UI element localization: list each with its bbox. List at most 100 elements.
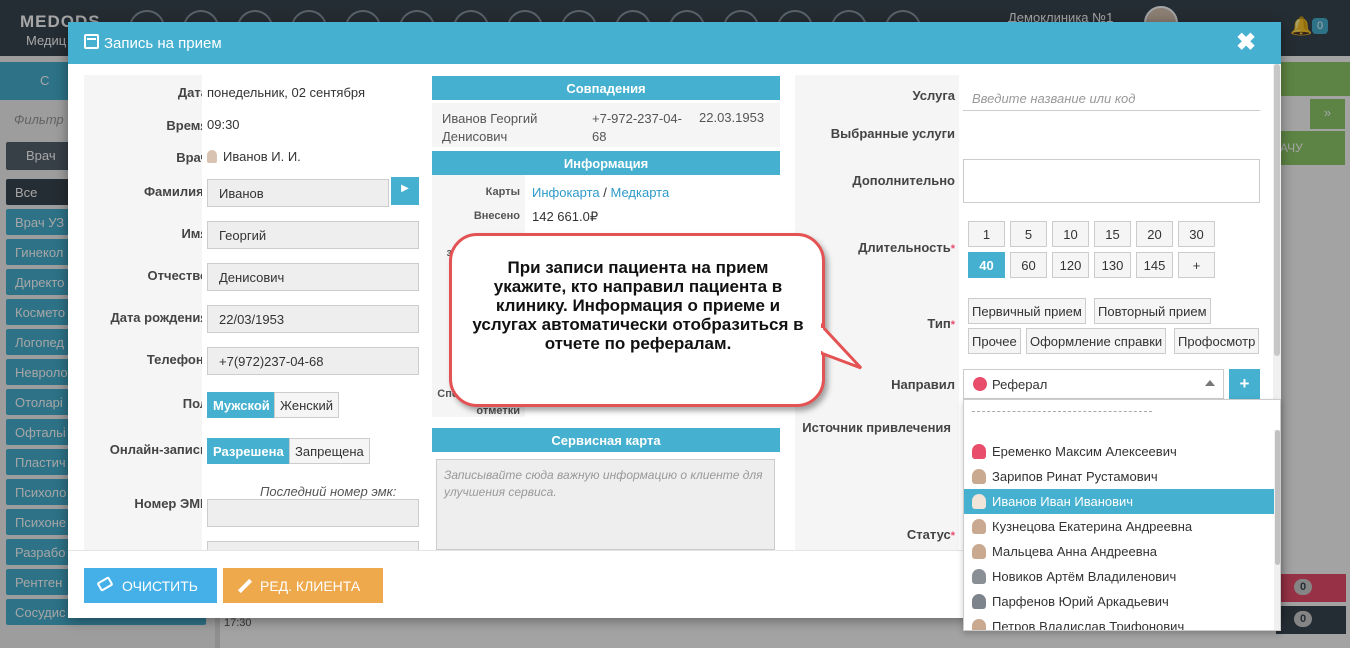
match-row[interactable]: Иванов Георгий Денисович +7-972-237-04-6… (432, 103, 780, 147)
referrer-option-label: Мальцева Анна Андреевна (992, 544, 1158, 559)
online-denied-toggle[interactable]: Запрещена (289, 438, 370, 464)
type-label-text: Тип (927, 316, 951, 331)
referrer-option-label: Новиков Артём Владиленович (992, 569, 1177, 584)
edit-client-button[interactable]: РЕД. КЛИЕНТА (223, 568, 383, 603)
referrer-option-label: Петров Владислав Трифонович (992, 619, 1185, 631)
service-search-input[interactable]: Введите название или код (963, 85, 1260, 111)
modal-title: Запись на прием (104, 35, 222, 52)
service-card-header: Сервисная карта (432, 428, 780, 452)
duration-option[interactable]: 5 (1010, 221, 1047, 247)
referrer-option[interactable]: Новиков Артём Владиленович (964, 564, 1274, 589)
patronymic-field[interactable]: Денисович (207, 263, 419, 291)
birth-date-label: Дата рождения (110, 310, 208, 325)
selected-services-label: Выбранные услуги (830, 126, 955, 141)
referrer-option[interactable]: Парфенов Юрий Аркадьевич (964, 589, 1274, 614)
surname-field[interactable]: Иванов (207, 179, 389, 207)
duration-option[interactable]: 30 (1178, 221, 1215, 247)
type-option-checkup[interactable]: Профосмотр (1174, 328, 1260, 354)
doctor-avatar-icon (207, 150, 217, 163)
duration-option[interactable]: 10 (1052, 221, 1089, 247)
birth-date-field[interactable]: 22/03/1953 (207, 305, 419, 333)
date-value: понедельник, 02 сентября (207, 85, 366, 100)
matches-header: Совпадения (432, 76, 780, 100)
duration-option[interactable]: 20 (1136, 221, 1173, 247)
extra-textarea[interactable] (963, 159, 1260, 203)
match-name: Иванов Георгий Денисович (442, 111, 538, 144)
referrer-option[interactable]: Петров Владислав Трифонович (964, 614, 1274, 631)
sex-male-toggle[interactable]: Мужской (207, 392, 276, 418)
duration-option[interactable]: 145 (1136, 252, 1173, 278)
phone-field[interactable]: +7(972)237-04-68 (207, 347, 419, 375)
callout-text: При записи пациента на прием укажите, кт… (472, 258, 804, 353)
duration-option[interactable]: 60 (1010, 252, 1047, 278)
referrer-option[interactable]: Еременко Максим Алексеевич (964, 439, 1274, 464)
duration-option[interactable]: 15 (1094, 221, 1131, 247)
duration-option[interactable]: 1 (968, 221, 1005, 247)
modal-header: Запись на прием ✖ (68, 22, 1281, 64)
dropdown-cut-item (972, 411, 1152, 413)
surname-label: Фамилия* (144, 184, 208, 199)
type-option-repeat[interactable]: Повторный прием (1094, 298, 1211, 324)
emk-field[interactable] (207, 499, 419, 527)
referral-person-icon (973, 377, 987, 391)
sex-female-toggle[interactable]: Женский (274, 392, 339, 418)
referrer-option-label: Зарипов Ринат Рустамович (992, 469, 1158, 484)
tutorial-callout: При записи пациента на прием укажите, кт… (449, 233, 863, 407)
clear-button[interactable]: ОЧИСТИТЬ (84, 568, 217, 603)
duration-option-selected[interactable]: 40 (968, 252, 1005, 278)
duration-option[interactable]: + (1178, 252, 1215, 278)
referrer-option-label: Кузнецова Екатерина Андреевна (992, 519, 1193, 534)
referrer-label: Направил (891, 377, 955, 392)
referrer-option[interactable]: Мальцева Анна Андреевна (964, 539, 1274, 564)
deposited-value: 142 661.0₽ (532, 209, 599, 224)
doctor-value: Иванов И. И. (207, 149, 301, 164)
callout-pointer (821, 323, 863, 370)
online-allowed-toggle[interactable]: Разрешена (207, 438, 290, 464)
doctor-avatar-icon (972, 444, 986, 459)
duration-option[interactable]: 120 (1052, 252, 1089, 278)
type-option-other[interactable]: Прочее (968, 328, 1021, 354)
cards-label: Карты (485, 186, 520, 198)
doctor-avatar-icon (972, 544, 986, 559)
doctor-avatar-icon (972, 619, 986, 630)
surname-expand-button[interactable]: ▶ (391, 177, 419, 205)
name-field[interactable]: Георгий (207, 221, 419, 249)
status-label: Статус* (906, 527, 955, 542)
referrer-option-label: Еременко Максим Алексеевич (992, 444, 1177, 459)
time-value: 09:30 (207, 117, 240, 132)
patient-form: Дата Время Врач Фамилия* Имя Отчество Да… (84, 75, 426, 550)
pencil-icon (237, 578, 253, 594)
referrer-select[interactable]: Реферал (963, 369, 1224, 399)
type-option-primary[interactable]: Первичный прием (968, 298, 1086, 324)
doctor-avatar-icon (972, 569, 986, 584)
duration-label-text: Длительность (858, 240, 951, 255)
add-referrer-button[interactable]: + (1229, 369, 1260, 399)
doctor-avatar-icon (972, 519, 986, 534)
medcard-link[interactable]: Медкарта (611, 185, 670, 200)
link-separator: / (603, 185, 607, 200)
close-icon[interactable]: ✖ (1236, 28, 1256, 57)
info-header: Информация (432, 151, 780, 175)
edit-client-button-label: РЕД. КЛИЕНТА (260, 578, 361, 594)
referrer-selected-value: Реферал (992, 377, 1048, 392)
type-option-certificate[interactable]: Оформление справки (1026, 328, 1167, 354)
online-booking-label: Онлайн-запись (109, 442, 208, 457)
doctor-avatar-icon (972, 469, 986, 484)
next-field[interactable] (207, 541, 419, 550)
phone-label-text: Телефон (146, 352, 204, 367)
emk-hint: Последний номер эмк: (260, 484, 397, 499)
referrer-option[interactable]: Кузнецова Екатерина Андреевна (964, 514, 1274, 539)
referrer-option-selected[interactable]: Иванов Иван Иванович (964, 489, 1274, 514)
duration-option[interactable]: 130 (1094, 252, 1131, 278)
doctor-name: Иванов И. И. (223, 149, 301, 164)
clear-button-label: ОЧИСТИТЬ (122, 578, 198, 594)
extra-label: Дополнительно (852, 173, 955, 188)
source-label: Источник привлечения (802, 420, 951, 435)
deposited-label: Внесено (473, 210, 520, 222)
service-card-textarea[interactable]: Записывайте сюда важную информацию о кли… (436, 459, 775, 550)
status-label-text: Статус (906, 527, 951, 542)
dropdown-scrollbar[interactable] (1274, 430, 1280, 630)
match-phone: +7-972-237-04-68 (592, 111, 682, 144)
referrer-option[interactable]: Зарипов Ринат Рустамович (964, 464, 1274, 489)
infocard-link[interactable]: Инфокарта (532, 185, 600, 200)
